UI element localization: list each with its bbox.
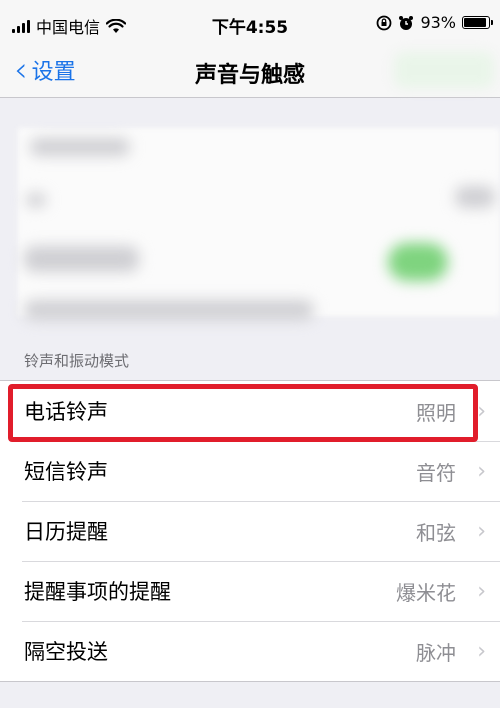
alarm-icon bbox=[399, 15, 414, 30]
status-right: 93% bbox=[376, 13, 493, 32]
ringtone-list: 电话铃声 照明 › 短信铃声 音符 › 日历提醒 和弦 › 提醒事项的提醒 爆米… bbox=[0, 380, 500, 682]
chevron-right-icon: › bbox=[477, 458, 486, 484]
row-label: 隔空投送 bbox=[24, 640, 108, 664]
battery-icon bbox=[462, 16, 493, 29]
section-header: 铃声和振动模式 bbox=[24, 352, 130, 370]
row-label: 短信铃声 bbox=[24, 460, 108, 484]
row-label: 日历提醒 bbox=[24, 520, 108, 544]
row-value: 和弦 bbox=[416, 520, 456, 545]
blurred-text bbox=[455, 186, 495, 208]
blurred-card bbox=[18, 128, 500, 316]
blurred-text bbox=[30, 138, 130, 156]
row-label: 电话铃声 bbox=[24, 400, 108, 424]
chevron-right-icon: › bbox=[477, 518, 486, 544]
blurred-text bbox=[24, 246, 139, 272]
row-value: 脉冲 bbox=[416, 640, 456, 665]
navigation-bar: ‹ 设置 声音与触感 bbox=[0, 44, 500, 98]
text-tone-row[interactable]: 短信铃声 音符 › bbox=[0, 441, 500, 501]
battery-percent: 93% bbox=[420, 13, 456, 32]
blurred-text bbox=[24, 300, 314, 320]
row-value: 爆米花 bbox=[396, 580, 456, 605]
ringtone-row[interactable]: 电话铃声 照明 › bbox=[0, 381, 500, 441]
status-bar: 中国电信 下午4:55 93% bbox=[0, 0, 500, 44]
chevron-right-icon: › bbox=[477, 578, 486, 604]
blurred-region bbox=[394, 52, 494, 88]
reminder-alert-row[interactable]: 提醒事项的提醒 爆米花 › bbox=[0, 561, 500, 621]
blurred-toggle bbox=[388, 243, 448, 281]
chevron-right-icon: › bbox=[477, 638, 486, 664]
chevron-right-icon: › bbox=[477, 398, 486, 424]
calendar-alert-row[interactable]: 日历提醒 和弦 › bbox=[0, 501, 500, 561]
row-value: 照明 bbox=[416, 400, 456, 425]
row-label: 提醒事项的提醒 bbox=[24, 580, 171, 604]
row-value: 音符 bbox=[416, 460, 456, 485]
blurred-settings-area bbox=[0, 98, 500, 338]
blurred-text bbox=[26, 193, 46, 207]
airdrop-row[interactable]: 隔空投送 脉冲 › bbox=[0, 621, 500, 681]
rotation-lock-icon bbox=[377, 15, 392, 30]
